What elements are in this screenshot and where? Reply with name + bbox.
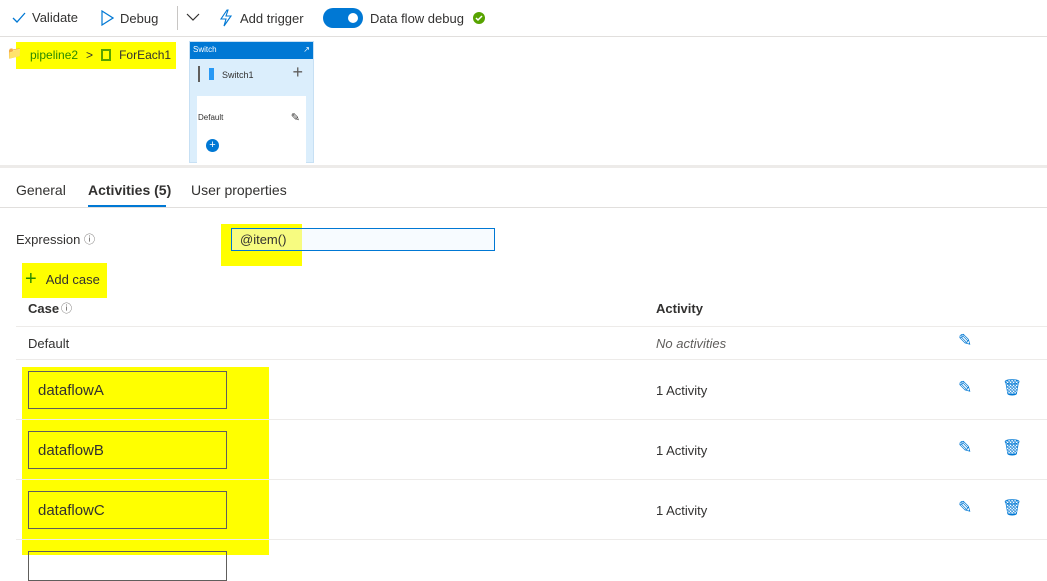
case-input-a[interactable]: dataflowA <box>28 371 227 409</box>
case-input-b[interactable]: dataflowB <box>28 431 227 469</box>
check-icon <box>12 12 26 23</box>
toolbar-border <box>0 36 1047 37</box>
activity-count: 1 Activity <box>656 443 708 458</box>
add-activity-icon[interactable]: + <box>206 139 219 152</box>
case-value: dataflowC <box>38 502 105 519</box>
case-input-c[interactable]: dataflowC <box>28 491 227 529</box>
check-circle-icon <box>473 12 485 24</box>
pipeline-icon: 📁 <box>7 46 22 60</box>
row-divider <box>16 359 1047 360</box>
pencil-icon[interactable]: ✎ <box>958 498 972 518</box>
lightning-icon <box>219 9 233 27</box>
trash-icon[interactable]: 🗑 <box>1002 498 1022 518</box>
data-flow-debug-toggle[interactable] <box>323 8 363 28</box>
validate-button[interactable]: Validate <box>12 10 78 25</box>
debug-button[interactable]: Debug <box>100 10 158 26</box>
default-case-label: Default <box>198 113 224 122</box>
switch-activity-card[interactable]: Switch ↗ Switch1 + Default ✎ + <box>189 41 314 164</box>
plus-icon: + <box>25 268 37 290</box>
tab-activities[interactable]: Activities (5) <box>88 182 171 198</box>
add-icon[interactable]: + <box>292 62 303 83</box>
panel-splitter[interactable] <box>0 165 1047 168</box>
activity-count: 1 Activity <box>656 383 708 398</box>
add-trigger-button[interactable]: Add trigger <box>218 9 304 27</box>
case-value: dataflowB <box>38 442 104 459</box>
row-divider <box>16 326 1047 327</box>
play-icon <box>101 10 114 26</box>
row-divider <box>16 419 1047 420</box>
trash-icon[interactable]: 🗑 <box>1002 378 1022 398</box>
debug-dropdown-button[interactable] <box>186 10 200 27</box>
breadcrumb: pipeline2 > ForEach1 <box>30 48 171 62</box>
row-divider <box>16 539 1047 540</box>
default-case-panel: Default ✎ + <box>197 96 306 164</box>
add-case-button[interactable]: + Add case <box>25 268 100 291</box>
add-trigger-label: Add trigger <box>240 10 304 26</box>
foreach-icon <box>101 49 112 61</box>
switch-icon <box>198 66 214 82</box>
tab-general[interactable]: General <box>16 182 66 198</box>
breadcrumb-item-pipeline[interactable]: pipeline2 <box>30 48 78 62</box>
expression-value: @item() <box>240 232 287 247</box>
collapse-icon[interactable]: ↗ <box>303 45 310 54</box>
expression-label: Expression <box>16 232 81 247</box>
case-info-icon: ⓘ <box>61 303 72 315</box>
add-case-label: Add case <box>45 272 100 287</box>
card-header-label: Switch <box>193 45 217 54</box>
activity-name: Switch1 <box>222 70 254 80</box>
activity-count: 1 Activity <box>656 503 708 518</box>
pencil-icon[interactable]: ✎ <box>958 378 972 398</box>
toggle-knob <box>348 13 358 23</box>
pencil-icon[interactable]: ✎ <box>958 438 972 458</box>
debug-label: Debug <box>120 10 159 26</box>
card-header: Switch ↗ <box>190 42 313 59</box>
tab-divider <box>0 207 1047 208</box>
breadcrumb-item-foreach[interactable]: ForEach1 <box>119 48 171 62</box>
toolbar-divider <box>177 6 178 30</box>
expression-input[interactable]: @item() <box>231 228 495 251</box>
chevron-down-icon <box>186 13 200 21</box>
validate-label: Validate <box>32 10 79 25</box>
case-column-header: Case <box>28 301 60 316</box>
tab-user-properties[interactable]: User properties <box>191 182 287 198</box>
default-case-name: Default <box>28 336 70 351</box>
breadcrumb-separator: > <box>86 48 94 62</box>
info-icon: ⓘ <box>84 234 95 246</box>
case-input-partial[interactable] <box>28 551 227 581</box>
row-divider <box>16 479 1047 480</box>
edit-default-pencil-icon[interactable]: ✎ <box>958 331 972 351</box>
pencil-icon[interactable]: ✎ <box>291 111 300 124</box>
data-flow-debug-label: Data flow debug <box>370 11 464 26</box>
case-value: dataflowA <box>38 382 104 399</box>
trash-icon[interactable]: 🗑 <box>1002 438 1022 458</box>
activity-column-header: Activity <box>656 301 703 316</box>
default-activity-count: No activities <box>656 336 727 351</box>
